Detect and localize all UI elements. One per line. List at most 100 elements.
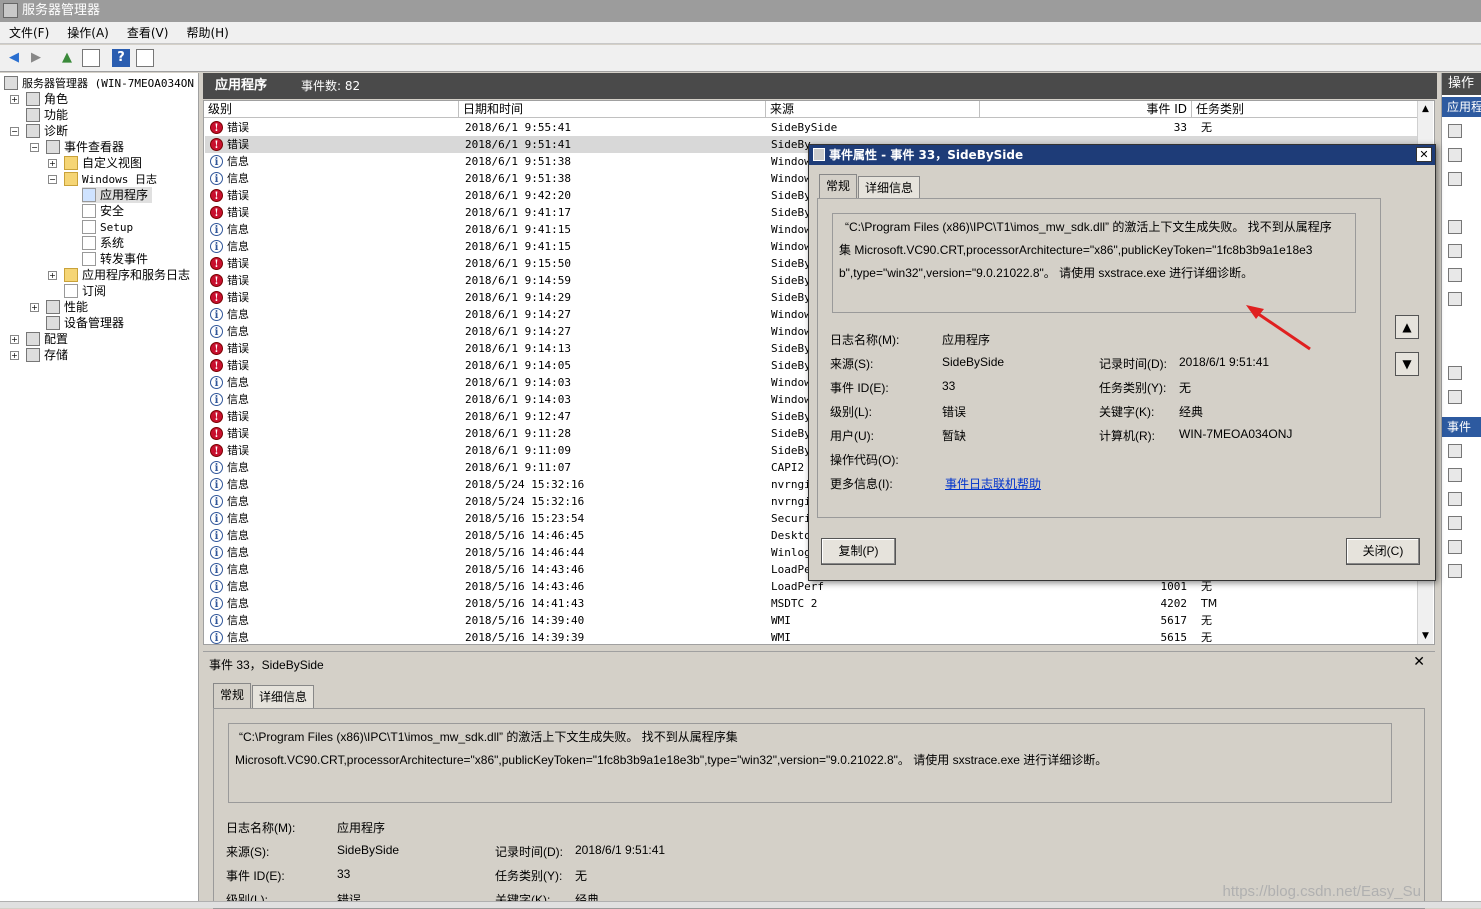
expand-storage-toggle[interactable]: + [10, 351, 19, 360]
tree-item-windows-logs[interactable]: Windows 日志 [64, 171, 157, 187]
error-icon: ! [210, 444, 223, 457]
level-label: 级别(L): [830, 405, 873, 419]
cell-source: SideBy [771, 427, 811, 440]
column-header-task[interactable]: 任务类别 [1192, 101, 1418, 118]
help-icon [1448, 390, 1462, 404]
tree-root[interactable]: 服务器管理器 (WIN-7MEOA034ON [4, 75, 194, 91]
menu-view[interactable]: 查看(V) [118, 22, 178, 44]
scroll-down-icon[interactable]: ▼ [1418, 628, 1433, 644]
collapse-event-viewer-toggle[interactable]: − [30, 143, 39, 152]
tree-item-system[interactable]: 系统 [82, 235, 124, 251]
preview-pane: 事件 33，SideBySide ✕ 常规 详细信息 “C:\Program Fi… [203, 651, 1435, 909]
action-find[interactable] [1448, 265, 1481, 285]
tree-item-setup[interactable]: Setup [82, 219, 133, 235]
tree-item-performance[interactable]: 性能 [46, 299, 88, 315]
next-event-down-icon[interactable]: ▼ [1395, 352, 1419, 376]
action-event-properties[interactable] [1448, 441, 1481, 461]
error-icon: ! [210, 427, 223, 440]
action-open-log[interactable] [1448, 121, 1481, 141]
column-header-event-id[interactable]: 事件 ID [980, 101, 1192, 118]
action-import-view[interactable] [1448, 169, 1481, 189]
info-icon: i [210, 240, 223, 253]
dialog-tab-details[interactable]: 详细信息 [858, 176, 921, 199]
expand-configuration-toggle[interactable]: + [10, 335, 19, 344]
action-filter[interactable] [1448, 217, 1481, 237]
table-row[interactable]: ! 错误 2018/6/1 9:55:41 SideBySide 33 无 [205, 119, 1417, 136]
tree-item-device-manager[interactable]: 设备管理器 [46, 315, 124, 331]
expand-app-service-logs-toggle[interactable]: + [48, 271, 57, 280]
tree-item-app-service-logs[interactable]: 应用程序和服务日志 [64, 267, 190, 283]
menu-file[interactable]: 文件(F) [0, 22, 58, 44]
dialog-tab-general[interactable]: 常规 [819, 174, 858, 200]
action-help-event[interactable] [1448, 561, 1481, 581]
action-create-view[interactable] [1448, 145, 1481, 165]
help-icon[interactable]: ? [112, 49, 130, 67]
back-arrow-icon[interactable]: ◀ [5, 49, 23, 67]
column-header-level[interactable]: 级别 [204, 101, 459, 118]
up-folder-icon[interactable]: ▲ [58, 49, 76, 67]
copy-button[interactable]: 复制(P) [821, 538, 896, 565]
column-header-source[interactable]: 来源 [766, 101, 980, 118]
collapse-windows-logs-toggle[interactable]: − [48, 175, 57, 184]
action-help[interactable] [1448, 387, 1481, 407]
tree-item-features[interactable]: 功能 [26, 107, 68, 123]
action-save[interactable] [1448, 289, 1481, 309]
tree-item-security[interactable]: 安全 [82, 203, 124, 219]
forward-arrow-icon[interactable]: ▶ [27, 49, 45, 67]
cell-level: 信息 [227, 393, 249, 406]
tree-item-subscriptions[interactable]: 订阅 [64, 283, 106, 299]
action-refresh[interactable] [1448, 363, 1481, 383]
expand-custom-views-toggle[interactable]: + [48, 159, 57, 168]
column-header-datetime[interactable]: 日期和时间 [459, 101, 766, 118]
table-row[interactable]: i 信息 2018/5/16 14:41:43 MSDTC 2 4202 TM [205, 595, 1417, 612]
info-icon: i [210, 546, 223, 559]
cell-datetime: 2018/6/1 9:14:29 [465, 291, 571, 304]
tree-item-diagnostics[interactable]: 诊断 [26, 123, 68, 139]
menu-action[interactable]: 操作(A) [58, 22, 118, 44]
action-copy[interactable] [1448, 489, 1481, 509]
tree-item-roles[interactable]: 角色 [26, 91, 68, 107]
dialog-title-bar[interactable]: 事件属性 - 事件 33，SideBySide ✕ [809, 145, 1435, 165]
tree-item-forwarded-events[interactable]: 转发事件 [82, 251, 148, 267]
close-preview-icon[interactable]: ✕ [1413, 654, 1425, 670]
dialog-desc-line: b",type="win32",version="9.0.21022.8"。 请… [839, 266, 1254, 280]
show-hide-tree-icon[interactable] [82, 49, 100, 67]
action-refresh-event[interactable] [1448, 537, 1481, 557]
tree-item-event-viewer[interactable]: 事件查看器 [46, 139, 124, 155]
refresh-icon [1448, 366, 1462, 380]
cell-source: SideBy [771, 359, 811, 372]
cell-source: SideBy [771, 342, 811, 355]
expand-roles-toggle[interactable]: + [10, 95, 19, 104]
storage-icon [26, 348, 40, 362]
tree-item-custom-views[interactable]: 自定义视图 [64, 155, 142, 171]
navigation-tree: 服务器管理器 (WIN-7MEOA034ON + 角色 功能 − 诊断 − 事件… [0, 73, 199, 908]
expand-performance-toggle[interactable]: + [30, 303, 39, 312]
collapse-diagnostics-toggle[interactable]: − [10, 127, 19, 136]
table-row[interactable]: i 信息 2018/5/16 14:39:39 WMI 5615 无 [205, 629, 1417, 644]
actions-section-event[interactable]: 事件 [1442, 417, 1481, 437]
action-save-event[interactable] [1448, 513, 1481, 533]
action-attach-task[interactable] [1448, 465, 1481, 485]
menu-help[interactable]: 帮助(H) [177, 22, 237, 44]
save-icon [1448, 292, 1462, 306]
info-icon: i [210, 155, 223, 168]
cell-level: 错误 [227, 138, 249, 151]
previous-event-up-icon[interactable]: ▲ [1395, 315, 1419, 339]
tree-item-configuration[interactable]: 配置 [26, 331, 68, 347]
tree-item-application[interactable]: 应用程序 [82, 187, 153, 203]
bottom-scrollbar[interactable] [0, 901, 1481, 908]
annotation-arrow-icon [1246, 305, 1311, 351]
table-row[interactable]: i 信息 2018/5/16 14:39:40 WMI 5617 无 [205, 612, 1417, 629]
event-log-online-help-link[interactable]: 事件日志联机帮助 [945, 475, 1041, 492]
preview-tab-details[interactable]: 详细信息 [252, 685, 315, 708]
actions-section-application[interactable]: 应用程 [1442, 97, 1481, 117]
dialog-close-icon[interactable]: ✕ [1416, 147, 1432, 162]
cell-datetime: 2018/5/16 15:23:54 [465, 512, 585, 525]
preview-tab-general[interactable]: 常规 [213, 683, 252, 709]
close-button[interactable]: 关闭(C) [1346, 538, 1420, 565]
dialog-title: 事件属性 - 事件 33，SideBySide [829, 148, 1024, 162]
show-hide-actions-icon[interactable] [136, 49, 154, 67]
tree-item-storage[interactable]: 存储 [26, 347, 68, 363]
scroll-up-icon[interactable]: ▲ [1418, 101, 1433, 117]
action-properties[interactable] [1448, 241, 1481, 261]
